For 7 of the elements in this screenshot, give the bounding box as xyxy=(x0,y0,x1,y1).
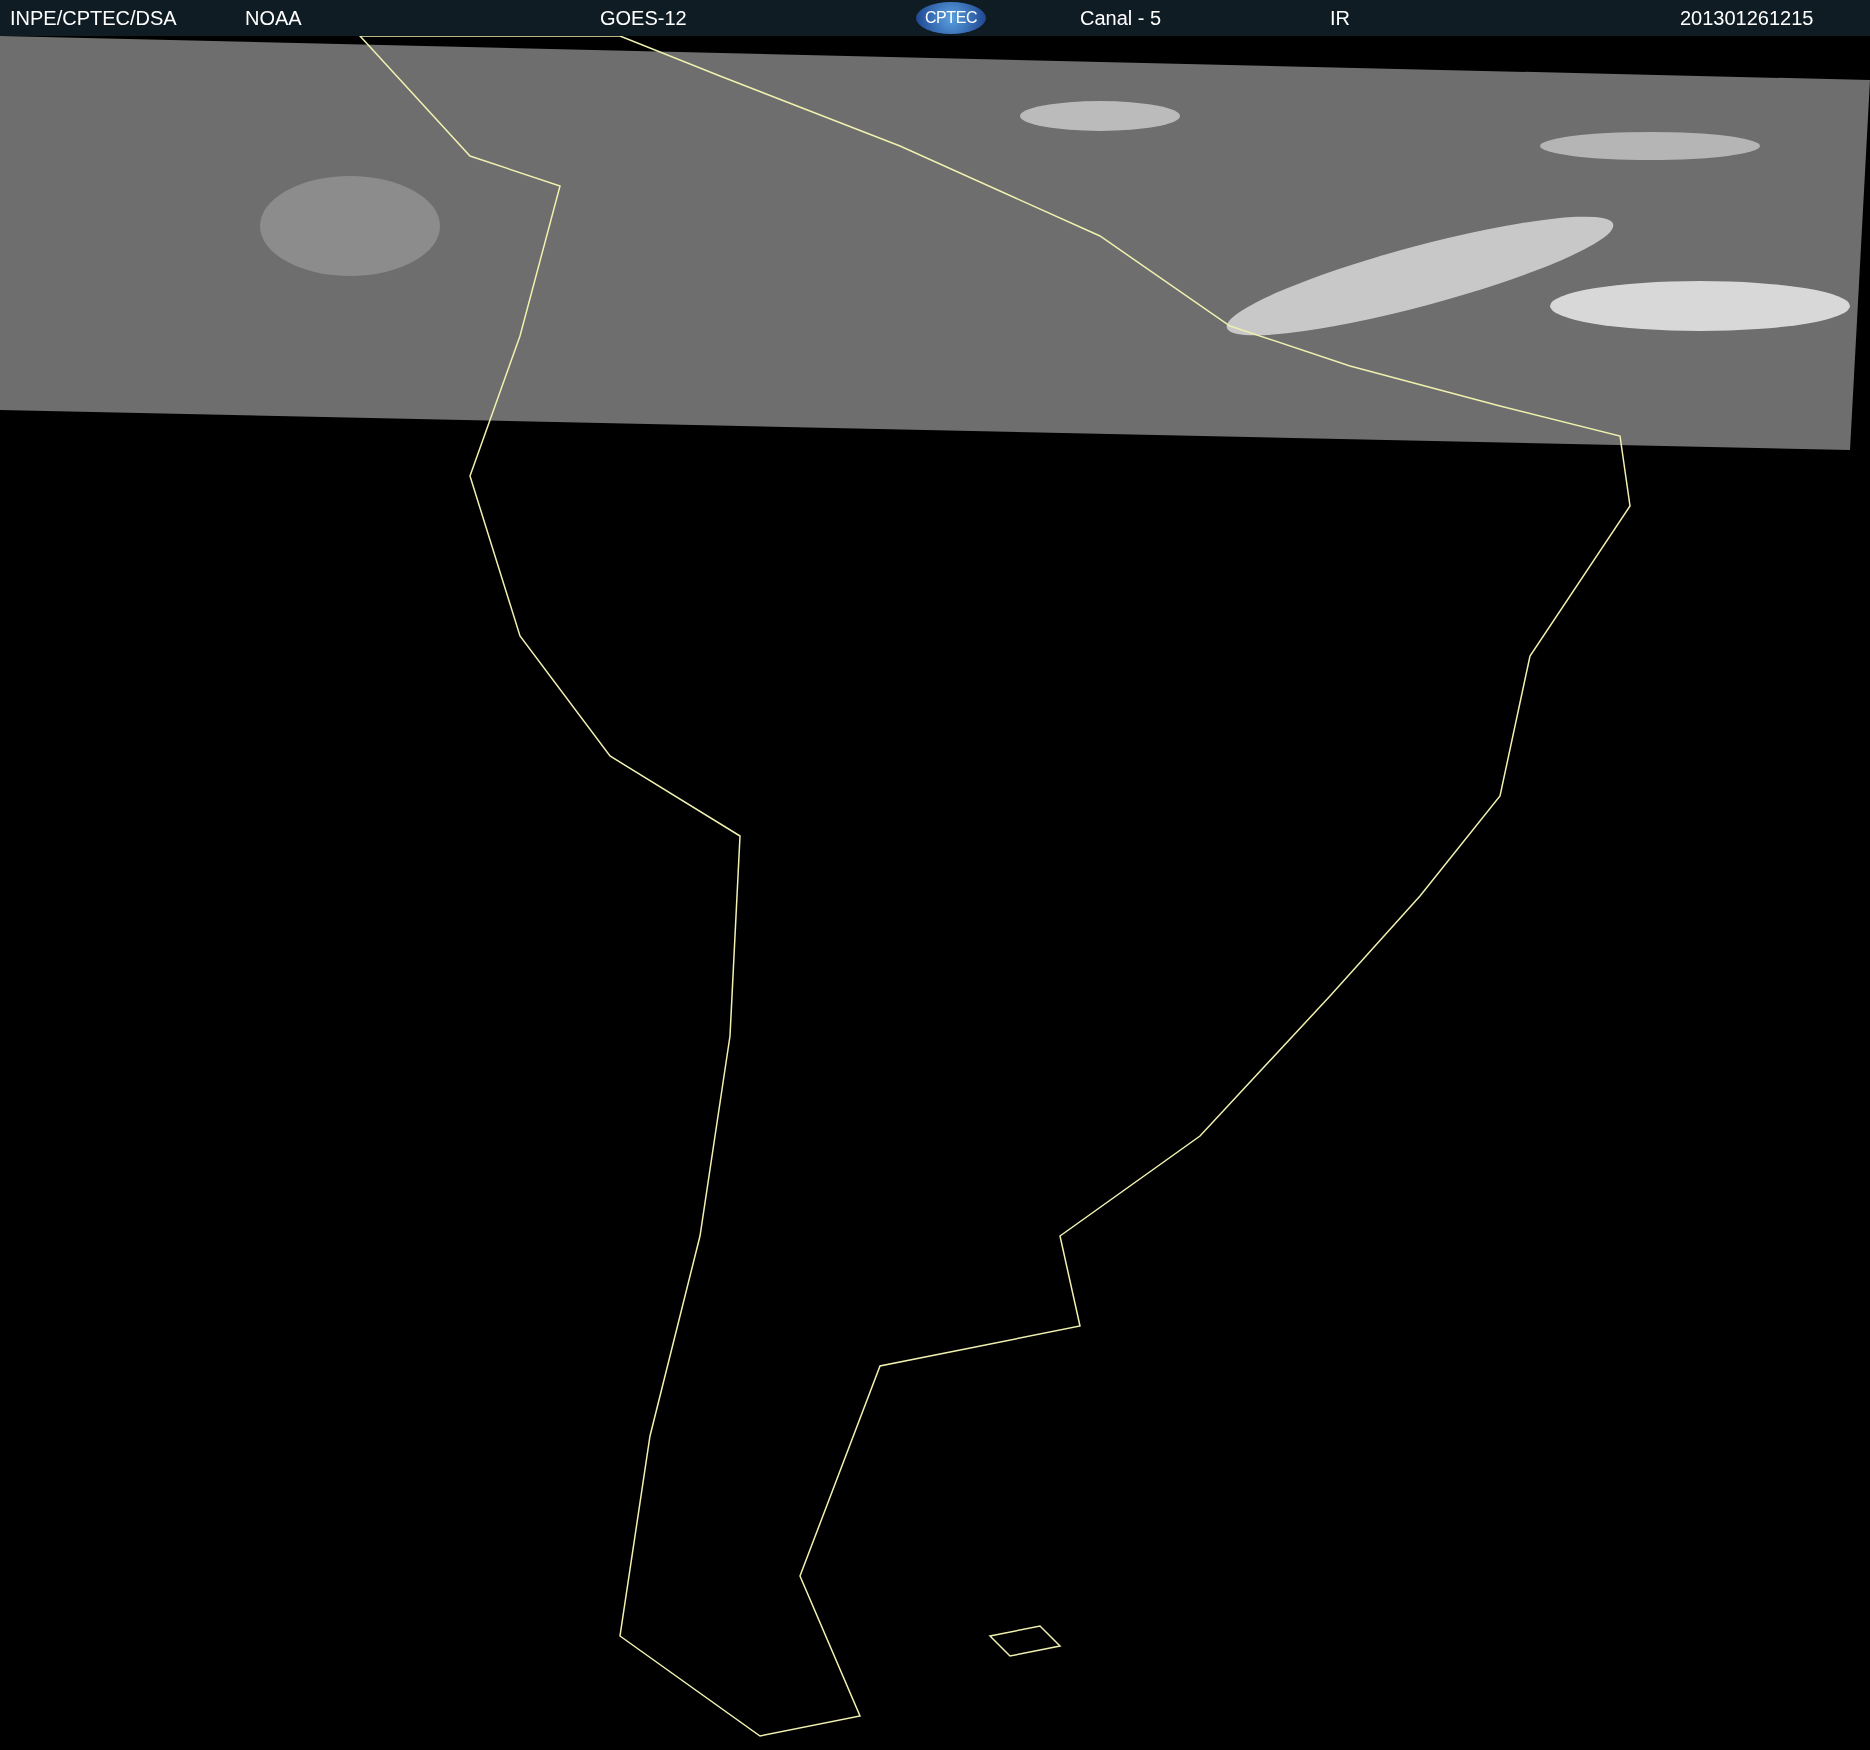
header-label: NOAA xyxy=(245,6,302,31)
header-label: INPE/CPTEC/DSA xyxy=(10,6,177,31)
header-label: Canal - 5 xyxy=(1080,6,1162,31)
logo: CPTEC xyxy=(916,2,986,34)
header-label: GOES-12 xyxy=(600,6,687,31)
header-label: IR xyxy=(1330,6,1350,31)
header-label: 201301261215 xyxy=(1680,6,1814,31)
